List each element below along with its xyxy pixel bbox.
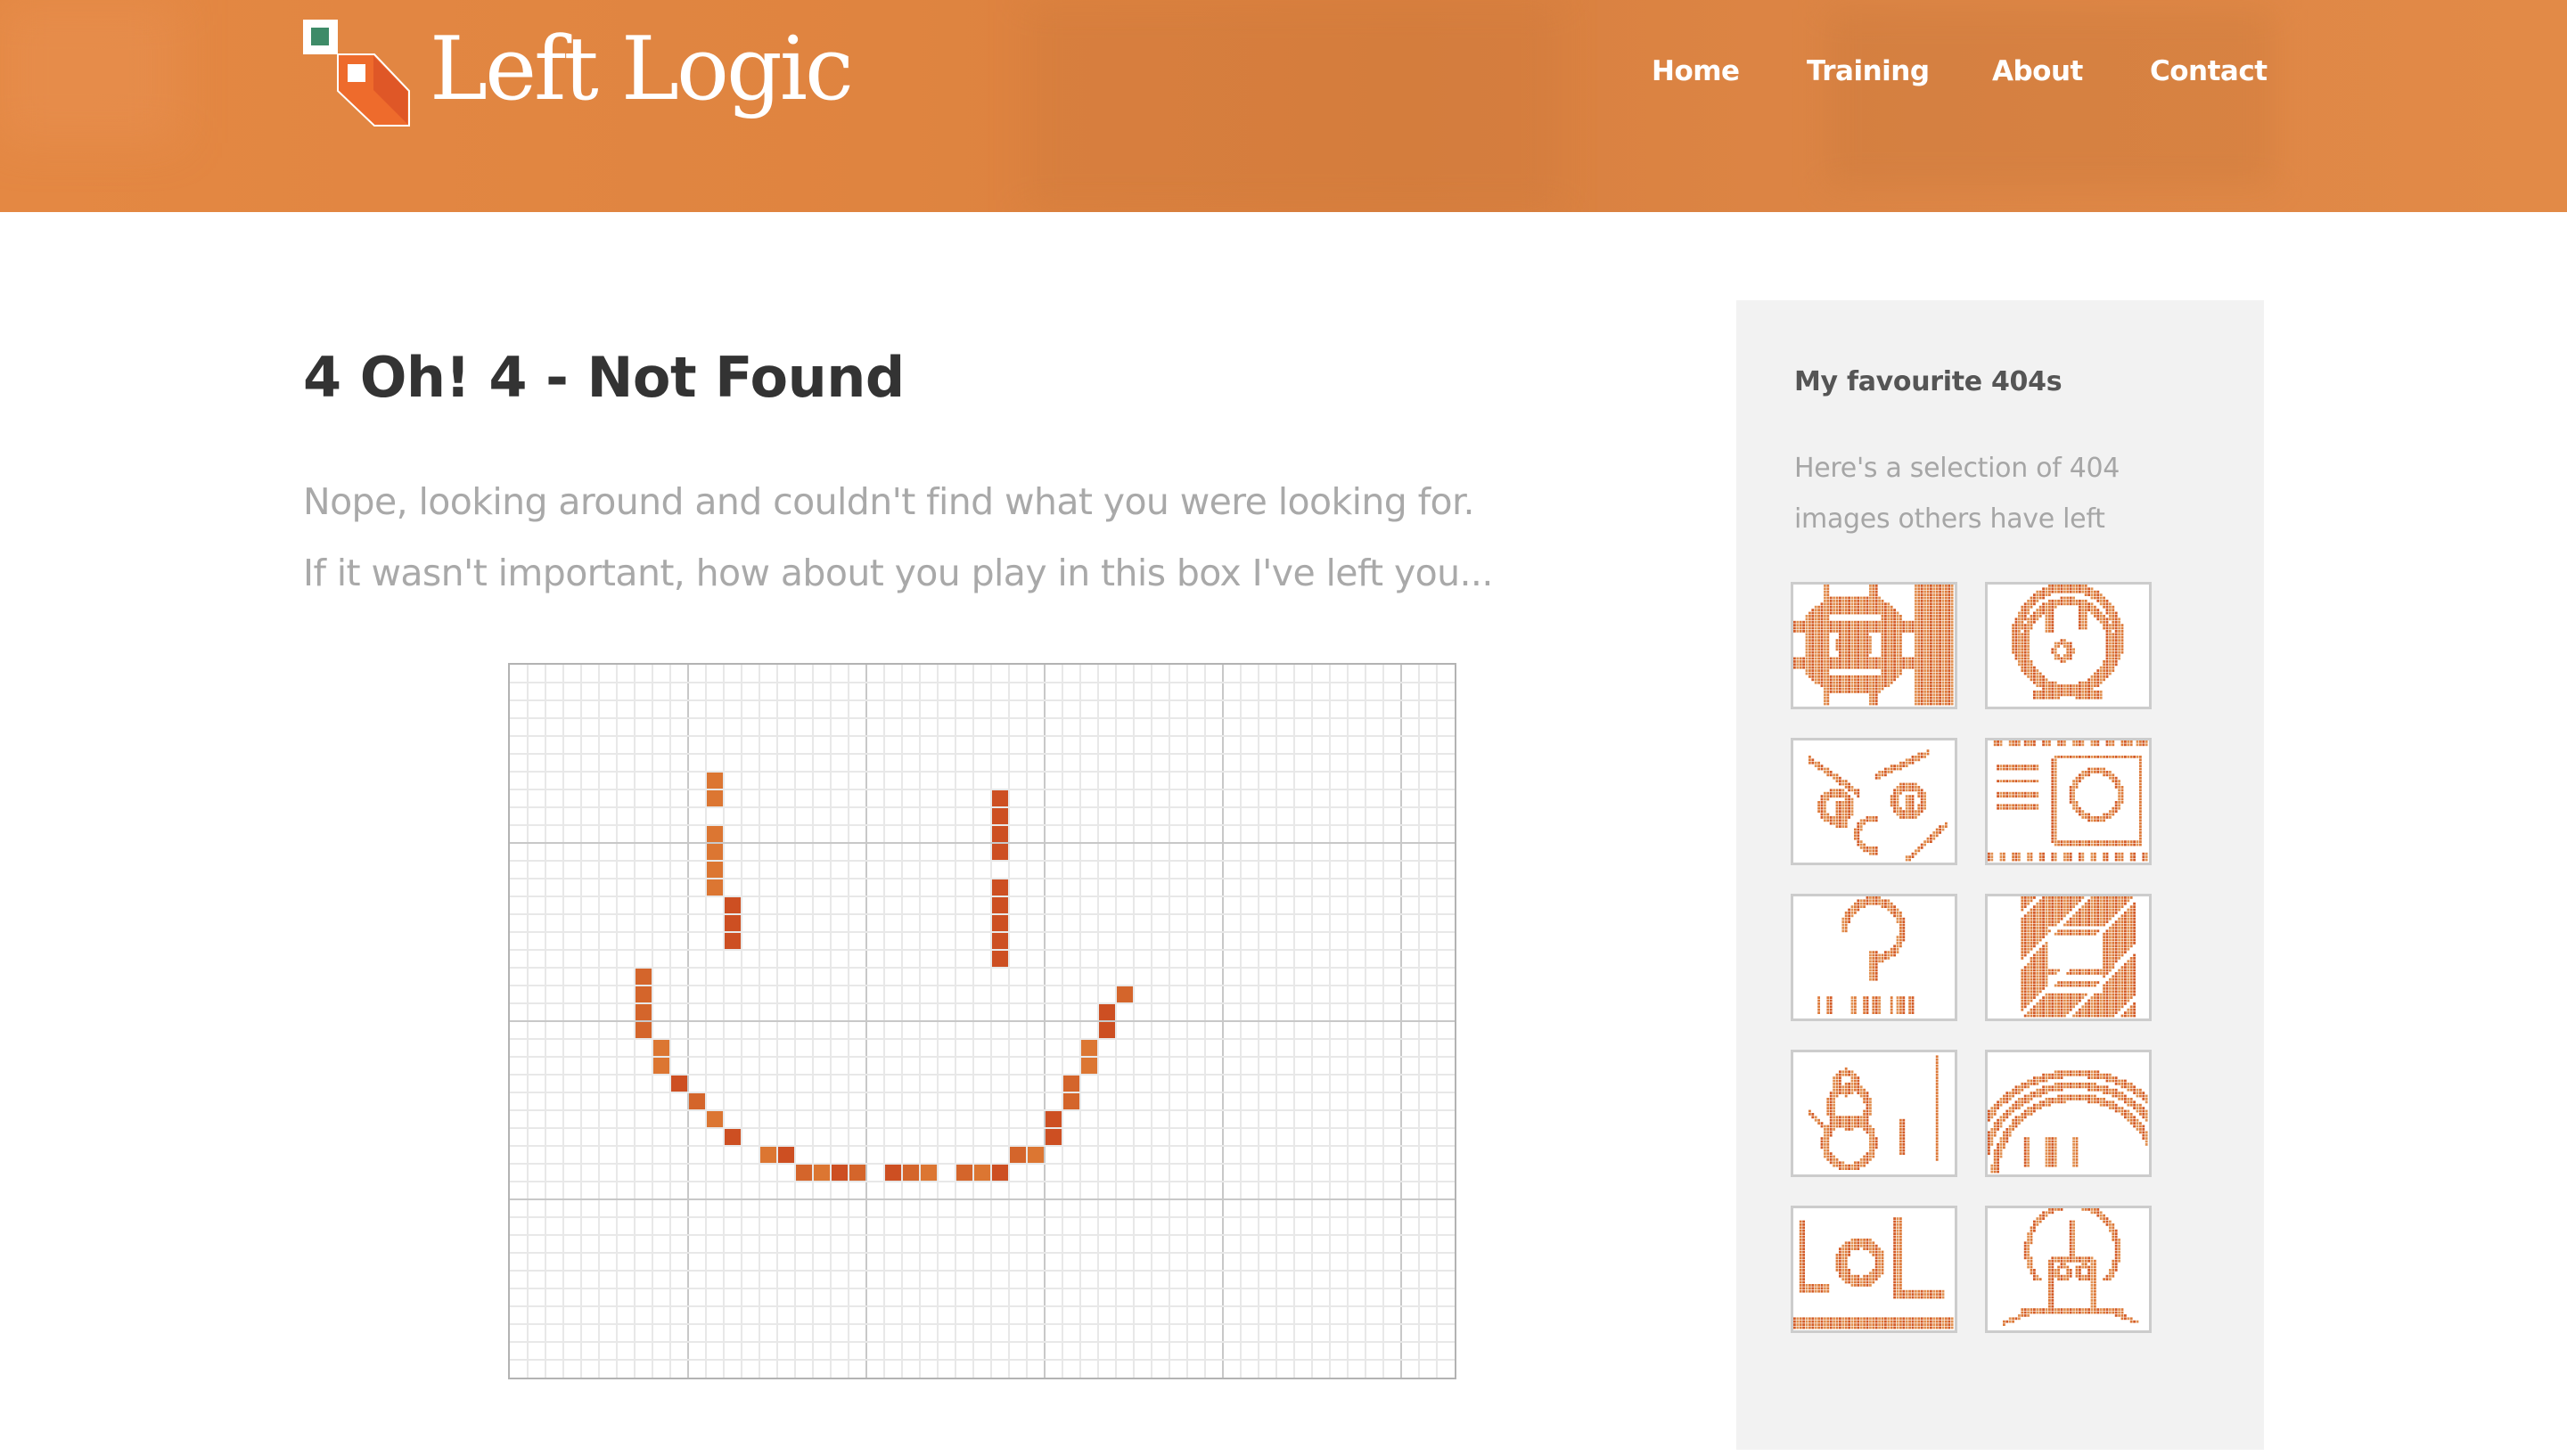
painted-pixel[interactable] [636,969,652,985]
sidebar-description-line: Here's a selection of 404 [1794,453,2120,484]
painted-pixel[interactable] [796,1165,812,1181]
thumbnail-pixel-art [1793,585,1954,706]
painted-pixel[interactable] [956,1165,972,1181]
sidebar-description: Here's a selection of 404 images others … [1794,443,2186,544]
painted-pixel[interactable] [636,1004,652,1020]
thumbnail-404-drawing[interactable] [1791,582,1957,709]
painted-pixel[interactable] [725,915,741,931]
thumbnail-404-drawing[interactable] [1985,1050,2152,1177]
painted-pixel[interactable] [1028,1147,1044,1163]
painted-pixel[interactable] [707,773,723,789]
painted-pixel[interactable] [885,1165,901,1181]
thumbnail-pixel-art [2003,1208,2139,1326]
painted-pixel[interactable] [689,1093,705,1109]
painted-pixel[interactable] [1046,1129,1062,1145]
painted-pixel[interactable] [707,826,723,842]
painted-pixel[interactable] [725,1129,741,1145]
intro-line: Nope, looking around and couldn't find w… [303,480,1475,523]
painted-pixel[interactable] [974,1165,990,1181]
thumbnail-404-drawing[interactable] [1985,894,2152,1021]
painted-pixel[interactable] [992,897,1008,913]
painted-pixel[interactable] [992,933,1008,949]
thumbnail-pixel-art [1988,1070,2148,1174]
thumbnail-pixel-art [1793,1217,1954,1329]
thumbnail-404-drawing[interactable] [1791,738,1957,865]
nav-training[interactable]: Training [1807,52,1930,91]
nav-home[interactable]: Home [1652,52,1740,91]
page-title: 4 Oh! 4 - Not Found [303,345,905,410]
painted-pixel[interactable] [1046,1111,1062,1127]
left-logic-logo-icon [303,20,410,127]
painted-pixel[interactable] [1063,1076,1079,1092]
painted-pixel[interactable] [707,790,723,806]
painted-pixel[interactable] [992,790,1008,806]
painted-pixel[interactable] [653,1058,669,1074]
thumbnail-404-drawing[interactable] [1985,738,2152,865]
thumbnail-pixel-art [1817,896,1915,1014]
nav-about[interactable]: About [1992,52,2083,91]
thumbnail-404-drawing[interactable] [1985,1206,2152,1333]
painted-pixel[interactable] [1081,1058,1097,1074]
thumbnail-pixel-art [1808,1055,1939,1170]
header-background-photo-detail [1827,9,2273,187]
painted-pixel[interactable] [707,844,723,860]
painted-pixel[interactable] [725,933,741,949]
painted-pixel[interactable] [636,986,652,1002]
painted-pixel[interactable] [992,808,1008,824]
nav-contact[interactable]: Contact [2150,52,2268,91]
logo-link[interactable] [303,20,410,127]
favourite-404s-sidebar: My favourite 404s Here's a selection of … [1736,300,2264,1450]
painted-pixel[interactable] [1117,986,1133,1002]
painted-pixel[interactable] [903,1165,919,1181]
painted-pixel[interactable] [707,862,723,878]
painted-pixel[interactable] [992,915,1008,931]
painted-pixel[interactable] [1099,1004,1115,1020]
thumbnail-404-drawing[interactable] [1791,894,1957,1021]
painted-pixel[interactable] [636,1022,652,1038]
painted-pixel[interactable] [832,1165,848,1181]
painted-pixel[interactable] [725,897,741,913]
thumbnail-pixel-art [2021,896,2136,1018]
painted-pixel[interactable] [1099,1022,1115,1038]
painted-pixel[interactable] [707,879,723,896]
intro-text: Nope, looking around and couldn't find w… [303,466,1694,609]
painted-pixel[interactable] [992,879,1008,896]
painted-pixel[interactable] [814,1165,830,1181]
painted-pixel[interactable] [1063,1093,1079,1109]
thumbnail-pixel-art [1988,740,2148,862]
drawing-canvas[interactable] [508,663,1456,1379]
header-background-highlight [0,0,178,143]
thumbnail-pixel-art [1808,749,1948,862]
painted-pixel[interactable] [707,1111,723,1127]
thumbnail-404-drawing[interactable] [1985,582,2152,709]
thumbnail-404-drawing[interactable] [1791,1050,1957,1177]
thumbnail-pixel-art [2012,585,2124,699]
intro-line: If it wasn't important, how about you pl… [303,552,1493,594]
painted-pixel[interactable] [992,826,1008,842]
logo-wordmark[interactable]: Left Logic [430,16,854,123]
painted-pixel[interactable] [1010,1147,1026,1163]
painted-pixel[interactable] [671,1076,687,1092]
painted-pixel[interactable] [992,1165,1008,1181]
site-header: Left Logic Home Training About Contact [0,0,2567,212]
sidebar-description-line: images others have left [1794,503,2105,535]
painted-pixel[interactable] [849,1165,865,1181]
painted-pixel[interactable] [921,1165,937,1181]
painted-pixel[interactable] [992,844,1008,860]
painted-pixel[interactable] [760,1147,776,1163]
sidebar-heading: My favourite 404s [1794,366,2063,397]
painted-pixel[interactable] [992,951,1008,967]
painted-pixel[interactable] [653,1040,669,1056]
painted-pixel[interactable] [1081,1040,1097,1056]
header-background-photo [1025,0,1560,212]
thumbnail-404-drawing[interactable] [1791,1206,1957,1333]
drawing-grid[interactable] [510,665,1455,1378]
painted-pixel[interactable] [778,1147,794,1163]
